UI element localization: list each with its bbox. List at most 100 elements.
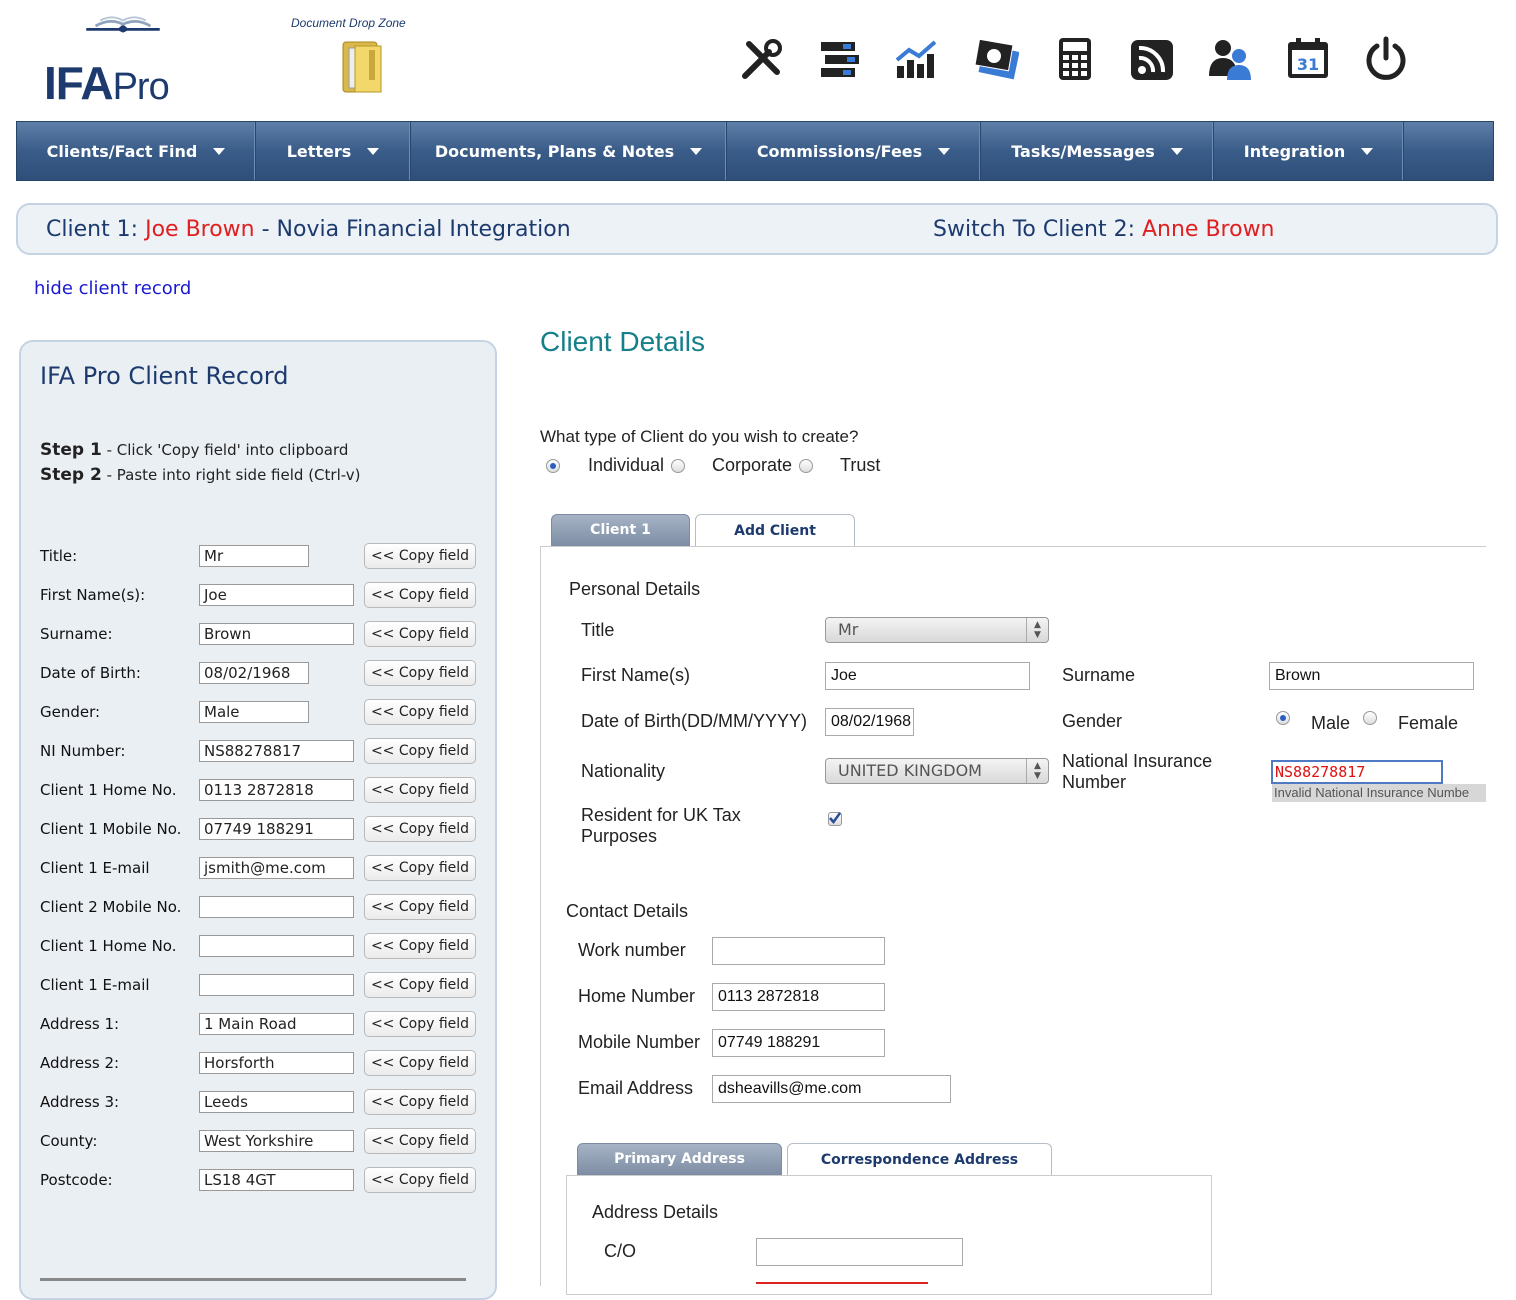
step-2: Step 2 - Paste into right side field (Ct…: [40, 465, 360, 485]
step1-label: Step 1: [40, 440, 102, 460]
money-icon[interactable]: [973, 36, 1019, 82]
nationality-label: Nationality: [581, 761, 666, 781]
ni-input[interactable]: NS88278817: [1271, 760, 1443, 784]
power-icon[interactable]: [1363, 36, 1409, 82]
folder-icon[interactable]: [335, 38, 389, 96]
nav-label: Integration: [1243, 141, 1346, 161]
client-bar: Client 1: Joe Brown - Novia Financial In…: [16, 203, 1498, 255]
radio-individual-label: Individual: [588, 455, 665, 475]
nav-label: Letters: [286, 141, 352, 161]
copy-field-button[interactable]: << Copy field: [364, 894, 476, 920]
nav-integration[interactable]: Integration: [1214, 122, 1404, 180]
record-field-input[interactable]: Horsforth: [199, 1052, 354, 1074]
record-field-input[interactable]: jsmith@me.com: [199, 857, 354, 879]
nationality-select[interactable]: UNITED KINGDOM ▲ ▼: [825, 758, 1049, 784]
radio-corporate-label: Corporate: [712, 455, 793, 475]
record-field-label: Client 1 Home No.: [40, 781, 177, 799]
radio-individual[interactable]: [546, 459, 560, 473]
calendar-icon[interactable]: 31: [1285, 36, 1331, 82]
copy-field-button[interactable]: << Copy field: [364, 699, 476, 725]
radio-female[interactable]: [1363, 711, 1377, 725]
next-field-input[interactable]: [756, 1282, 928, 1288]
record-field-input[interactable]: Mr: [199, 545, 309, 567]
record-field-input[interactable]: [199, 935, 354, 957]
growth-chart-icon[interactable]: [895, 36, 941, 82]
title-select-value: Mr: [838, 620, 859, 639]
copy-field-button[interactable]: << Copy field: [364, 972, 476, 998]
record-field-label: Address 2:: [40, 1054, 120, 1072]
servers-icon[interactable]: [817, 36, 863, 82]
nav-label: Commissions/Fees: [756, 141, 923, 161]
record-field-input[interactable]: Brown: [199, 623, 354, 645]
radio-trust[interactable]: [799, 459, 813, 473]
tab-add-client[interactable]: Add Client: [695, 514, 855, 546]
nav-tasks-messages[interactable]: Tasks/Messages: [981, 122, 1214, 180]
users-icon[interactable]: [1207, 36, 1253, 82]
nav-documents-plans-notes[interactable]: Documents, Plans & Notes: [411, 122, 727, 180]
record-field-input[interactable]: 08/02/1968: [199, 662, 309, 684]
record-field-label: Postcode:: [40, 1171, 113, 1189]
copy-field-button[interactable]: << Copy field: [364, 1128, 476, 1154]
tools-icon[interactable]: [739, 36, 785, 82]
record-field-label: Client 1 Mobile No.: [40, 820, 182, 838]
record-field-input[interactable]: NS88278817: [199, 740, 354, 762]
nav-commissions-fees[interactable]: Commissions/Fees: [727, 122, 981, 180]
title-label: Title: [581, 620, 615, 640]
copy-field-button[interactable]: << Copy field: [364, 1050, 476, 1076]
home-number-input[interactable]: 0113 2872818: [712, 983, 885, 1011]
record-field-label: NI Number:: [40, 742, 126, 760]
record-field-input[interactable]: LS18 4GT: [199, 1169, 354, 1191]
rss-icon[interactable]: [1129, 36, 1175, 82]
nav-clients-fact-find[interactable]: Clients/Fact Find: [17, 122, 256, 180]
radio-male[interactable]: [1276, 711, 1290, 725]
work-number-input[interactable]: [712, 937, 885, 965]
record-field-input[interactable]: 07749 188291: [199, 818, 354, 840]
record-field-input[interactable]: 1 Main Road: [199, 1013, 354, 1035]
mobile-number-input[interactable]: 07749 188291: [712, 1029, 885, 1057]
nav-letters[interactable]: Letters: [256, 122, 411, 180]
copy-field-button[interactable]: << Copy field: [364, 543, 476, 569]
logo-book-icon: [86, 16, 160, 33]
copy-field-button[interactable]: << Copy field: [364, 933, 476, 959]
copy-field-button[interactable]: << Copy field: [364, 777, 476, 803]
copy-field-button[interactable]: << Copy field: [364, 582, 476, 608]
copy-field-button[interactable]: << Copy field: [364, 738, 476, 764]
copy-field-button[interactable]: << Copy field: [364, 1167, 476, 1193]
copy-field-button[interactable]: << Copy field: [364, 1011, 476, 1037]
calculator-icon[interactable]: [1051, 36, 1097, 82]
record-field-input[interactable]: 0113 2872818: [199, 779, 354, 801]
panel-scrollbar[interactable]: [40, 1278, 466, 1289]
caret-down-icon: [1361, 147, 1374, 155]
copy-field-button[interactable]: << Copy field: [364, 855, 476, 881]
logo[interactable]: IFAPro: [44, 56, 170, 110]
tab-client-1[interactable]: Client 1: [551, 514, 690, 546]
co-input[interactable]: [756, 1238, 963, 1266]
work-number-label: Work number: [578, 940, 686, 960]
calendar-day: 31: [1297, 55, 1319, 74]
copy-field-button[interactable]: << Copy field: [364, 660, 476, 686]
client1-prefix: Client 1:: [46, 217, 139, 242]
record-field-input[interactable]: [199, 896, 354, 918]
nationality-select-value: UNITED KINGDOM: [838, 761, 982, 780]
record-field-label: Client 1 E-mail: [40, 976, 150, 994]
record-field-input[interactable]: Leeds: [199, 1091, 354, 1113]
email-address-input[interactable]: dsheavills@me.com: [712, 1075, 951, 1103]
resident-checkbox[interactable]: [828, 812, 842, 826]
record-field-input[interactable]: [199, 974, 354, 996]
copy-field-button[interactable]: << Copy field: [364, 1089, 476, 1115]
record-field-input[interactable]: Joe: [199, 584, 354, 606]
first-name-input[interactable]: Joe: [825, 662, 1030, 690]
radio-corporate[interactable]: [671, 459, 685, 473]
switch-client-link[interactable]: Switch To Client 2: Anne Brown: [933, 217, 1275, 242]
tab-primary-address[interactable]: Primary Address: [577, 1143, 782, 1175]
copy-field-button[interactable]: << Copy field: [364, 621, 476, 647]
dob-input[interactable]: 08/02/1968: [825, 708, 914, 736]
copy-field-button[interactable]: << Copy field: [364, 816, 476, 842]
record-field-input[interactable]: West Yorkshire: [199, 1130, 354, 1152]
hide-client-record-link[interactable]: hide client record: [34, 278, 191, 299]
title-select[interactable]: Mr ▲ ▼: [825, 617, 1049, 643]
surname-input[interactable]: Brown: [1269, 662, 1474, 690]
record-field-input[interactable]: Male: [199, 701, 309, 723]
tab-correspondence-address[interactable]: Correspondence Address: [787, 1143, 1052, 1175]
first-name-label: First Name(s): [581, 665, 690, 685]
